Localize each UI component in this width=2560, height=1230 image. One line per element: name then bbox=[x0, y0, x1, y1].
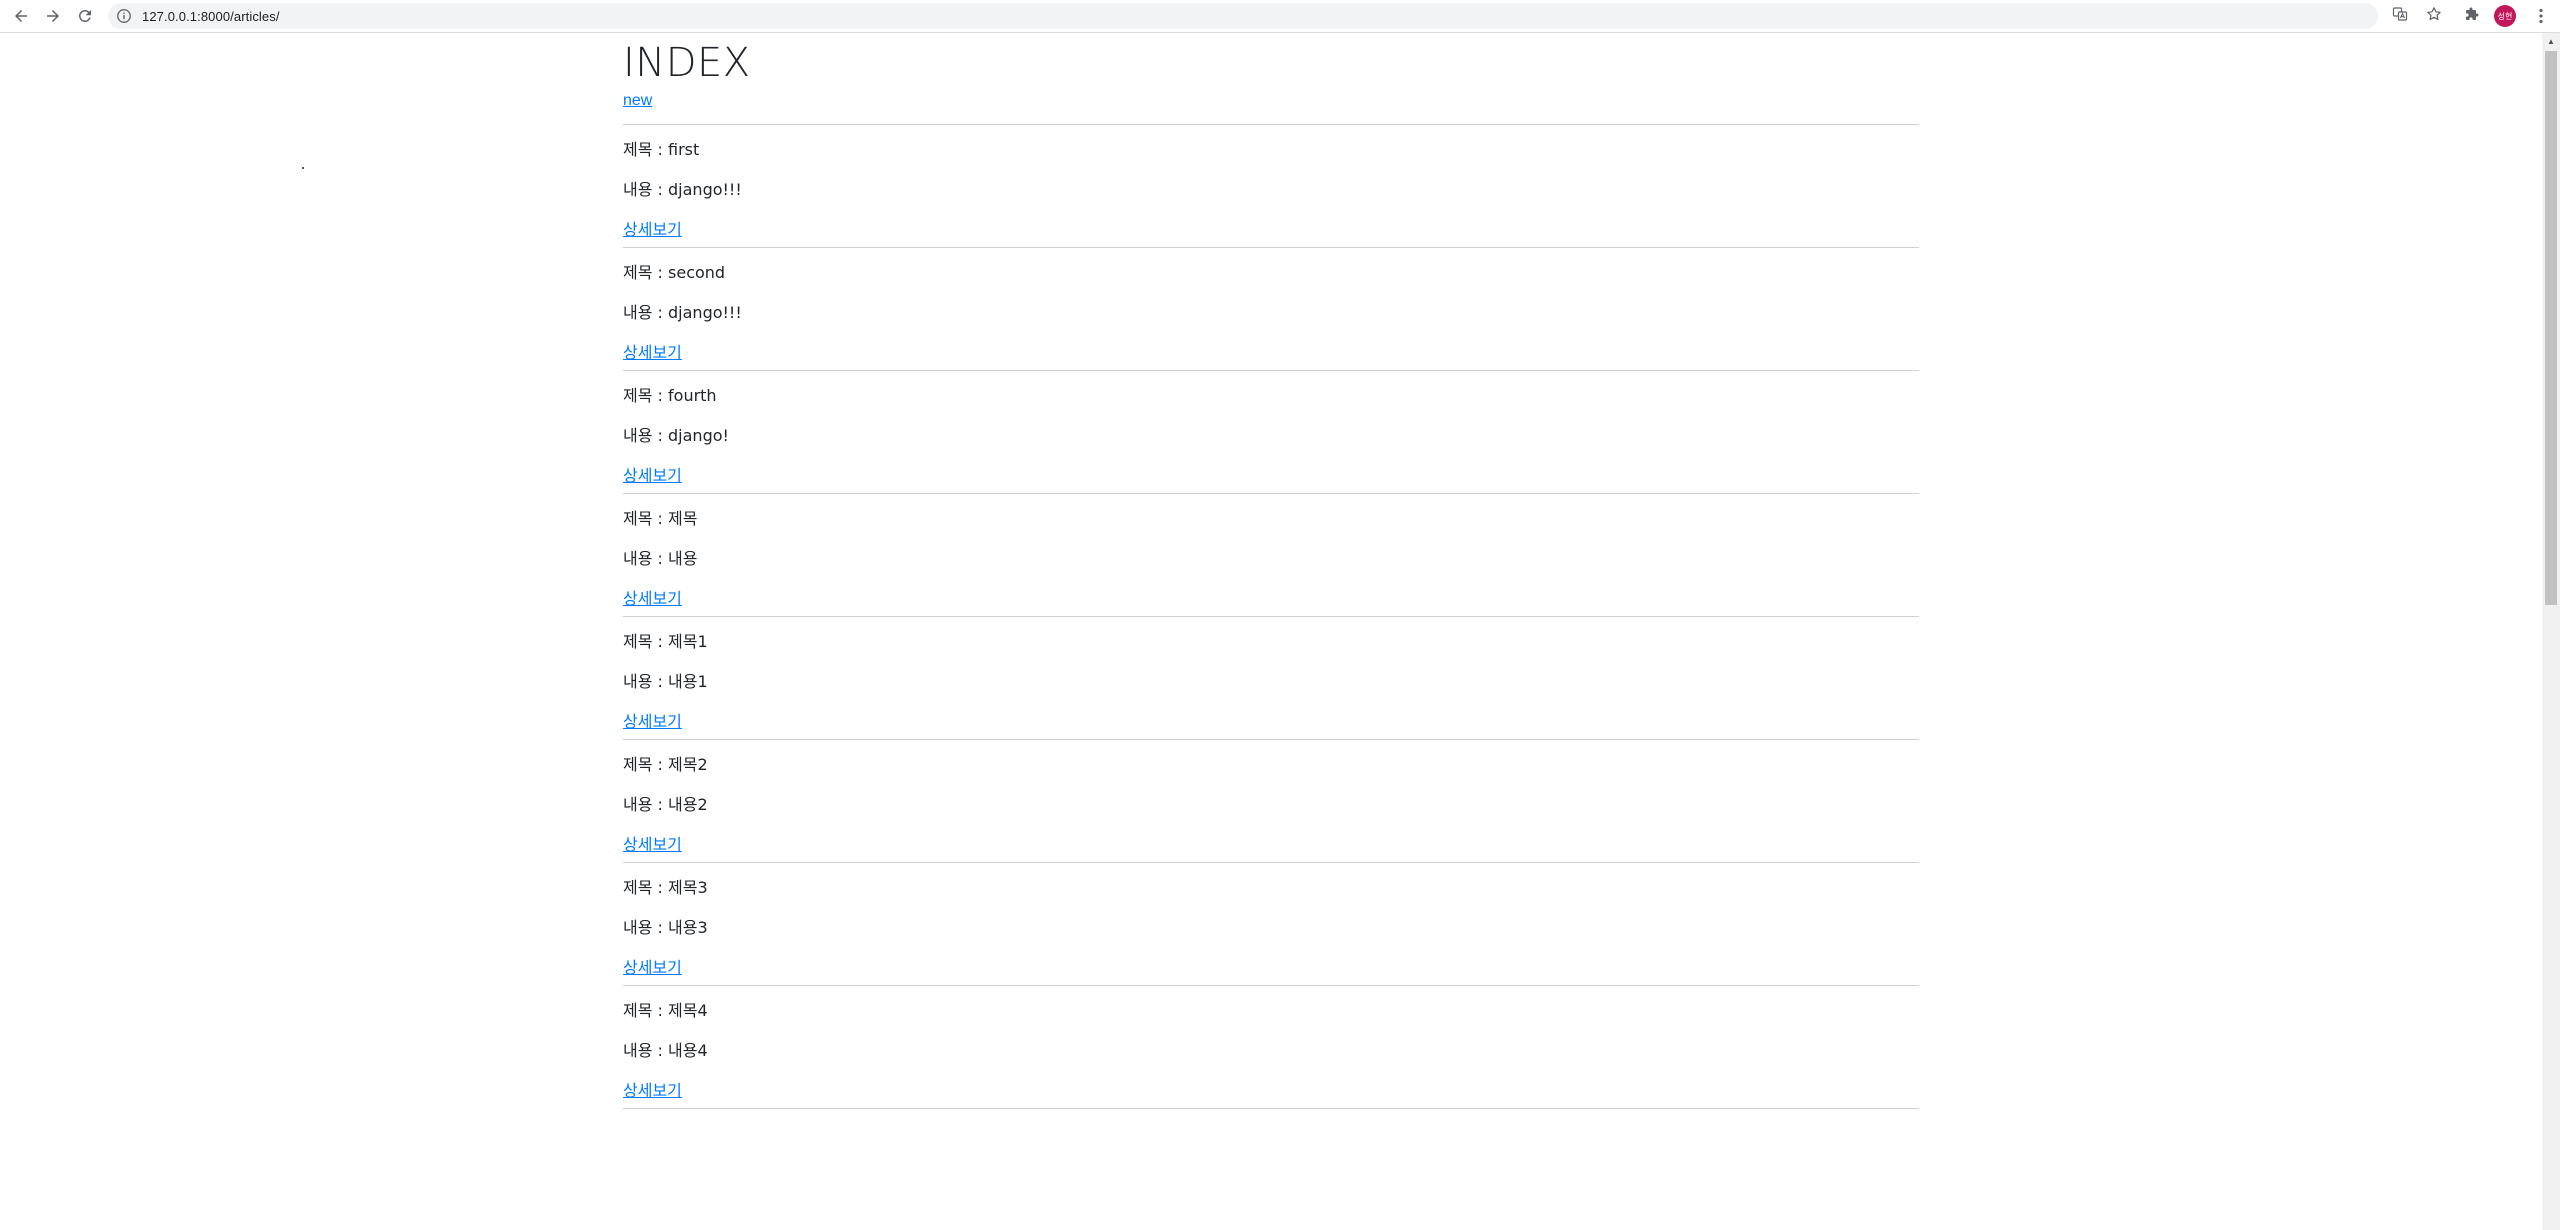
content-prefix: 내용 : bbox=[623, 672, 669, 691]
article-title-line: 제목 : 제목1 bbox=[623, 630, 1919, 654]
article-content-line: 내용 : 내용4 bbox=[623, 1039, 1919, 1063]
arrow-left-icon bbox=[15, 10, 27, 22]
reload-icon bbox=[78, 9, 91, 22]
article-item: 제목 : 제목 내용 : 내용 상세보기 bbox=[623, 494, 1919, 617]
article-content-line: 내용 : 내용1 bbox=[623, 670, 1919, 694]
url-text[interactable]: 127.0.0.1:8000/articles/ bbox=[142, 9, 280, 24]
article-title-line: 제목 : 제목4 bbox=[623, 999, 1919, 1023]
article-detail-link[interactable]: 상세보기 bbox=[623, 710, 682, 734]
article-content: 내용1 bbox=[668, 672, 708, 691]
bookmark-button[interactable] bbox=[2425, 5, 2443, 23]
article-content-line: 내용 : 내용3 bbox=[623, 916, 1919, 940]
article-title: 제목3 bbox=[668, 878, 708, 897]
article-content-line: 내용 : django!!! bbox=[623, 178, 1919, 202]
article-title: 제목 bbox=[668, 509, 698, 528]
content-prefix: 내용 : bbox=[623, 795, 669, 814]
profile-avatar[interactable]: 성현 bbox=[2494, 5, 2516, 27]
article-title-line: 제목 : second bbox=[623, 261, 1919, 285]
article-detail-link[interactable]: 상세보기 bbox=[623, 464, 682, 488]
article-title: 제목2 bbox=[668, 755, 708, 774]
content-prefix: 내용 : bbox=[623, 549, 669, 568]
article-item: 제목 : 제목4 내용 : 내용4 상세보기 bbox=[623, 986, 1919, 1109]
arrow-right-icon bbox=[47, 10, 59, 22]
content-prefix: 내용 : bbox=[623, 426, 669, 445]
forward-button[interactable] bbox=[42, 5, 64, 27]
puzzle-icon bbox=[2466, 7, 2479, 20]
article-title: fourth bbox=[668, 386, 717, 405]
title-prefix: 제목 : bbox=[623, 1001, 669, 1020]
content-prefix: 내용 : bbox=[623, 303, 669, 322]
article-title-line: 제목 : 제목 bbox=[623, 507, 1919, 531]
content-prefix: 내용 : bbox=[623, 180, 669, 199]
article-content: django! bbox=[668, 426, 729, 445]
article-content: 내용2 bbox=[668, 795, 708, 814]
reload-button[interactable] bbox=[74, 5, 96, 27]
article-detail-link[interactable]: 상세보기 bbox=[623, 341, 682, 365]
star-icon bbox=[2427, 7, 2441, 21]
article-content-line: 내용 : django!!! bbox=[623, 301, 1919, 325]
article-content: django!!! bbox=[668, 180, 742, 199]
scrollbar-thumb[interactable] bbox=[2545, 51, 2557, 605]
browser-toolbar: 127.0.0.1:8000/articles/ 성현 bbox=[0, 0, 2560, 33]
stray-dot bbox=[302, 167, 304, 169]
title-prefix: 제목 : bbox=[623, 509, 669, 528]
info-icon[interactable] bbox=[116, 8, 132, 24]
browser-menu-button[interactable] bbox=[2530, 5, 2552, 27]
more-vert-icon bbox=[2539, 8, 2543, 24]
article-item: 제목 : 제목3 내용 : 내용3 상세보기 bbox=[623, 863, 1919, 986]
article-content-line: 내용 : 내용2 bbox=[623, 793, 1919, 817]
article-title: second bbox=[668, 263, 726, 282]
title-prefix: 제목 : bbox=[623, 386, 669, 405]
vertical-scrollbar[interactable]: ▲ bbox=[2542, 33, 2560, 1230]
title-prefix: 제목 : bbox=[623, 755, 669, 774]
article-content-line: 내용 : 내용 bbox=[623, 547, 1919, 571]
extensions-button[interactable] bbox=[2463, 5, 2481, 23]
avatar-initials: 성현 bbox=[2497, 11, 2513, 21]
article-detail-link[interactable]: 상세보기 bbox=[623, 956, 682, 980]
address-bar[interactable]: 127.0.0.1:8000/articles/ bbox=[108, 3, 2378, 29]
article-content: 내용 bbox=[668, 549, 698, 568]
page-viewport: INDEX new 제목 : first 내용 : django!!! 상세보기… bbox=[0, 33, 2542, 1230]
article-content: 내용4 bbox=[668, 1041, 708, 1060]
article-title: first bbox=[668, 140, 700, 159]
article-content-line: 내용 : django! bbox=[623, 424, 1919, 448]
article-list: 제목 : first 내용 : django!!! 상세보기 제목 : seco… bbox=[623, 125, 1919, 1109]
article-title: 제목1 bbox=[668, 632, 708, 651]
article-item: 제목 : 제목2 내용 : 내용2 상세보기 bbox=[623, 740, 1919, 863]
content-prefix: 내용 : bbox=[623, 918, 669, 937]
article-item: 제목 : fourth 내용 : django! 상세보기 bbox=[623, 371, 1919, 494]
content-prefix: 내용 : bbox=[623, 1041, 669, 1060]
article-title-line: 제목 : 제목2 bbox=[623, 753, 1919, 777]
title-prefix: 제목 : bbox=[623, 140, 669, 159]
article-content: django!!! bbox=[668, 303, 742, 322]
new-article-link[interactable]: new bbox=[623, 92, 652, 110]
article-item: 제목 : second 내용 : django!!! 상세보기 bbox=[623, 248, 1919, 371]
article-detail-link[interactable]: 상세보기 bbox=[623, 1079, 682, 1103]
main-container: INDEX new 제목 : first 내용 : django!!! 상세보기… bbox=[623, 33, 1919, 1109]
page-title: INDEX bbox=[623, 40, 751, 86]
article-detail-link[interactable]: 상세보기 bbox=[623, 833, 682, 857]
title-prefix: 제목 : bbox=[623, 263, 669, 282]
article-item: 제목 : 제목1 내용 : 내용1 상세보기 bbox=[623, 617, 1919, 740]
scroll-up-arrow-icon[interactable]: ▲ bbox=[2542, 33, 2560, 50]
article-detail-link[interactable]: 상세보기 bbox=[623, 587, 682, 611]
article-title-line: 제목 : first bbox=[623, 138, 1919, 162]
article-title-line: 제목 : fourth bbox=[623, 384, 1919, 408]
back-button[interactable] bbox=[10, 5, 32, 27]
article-title: 제목4 bbox=[668, 1001, 708, 1020]
translate-icon bbox=[2392, 7, 2408, 21]
article-detail-link[interactable]: 상세보기 bbox=[623, 218, 682, 242]
article-item: 제목 : first 내용 : django!!! 상세보기 bbox=[623, 125, 1919, 248]
title-prefix: 제목 : bbox=[623, 878, 669, 897]
translate-button[interactable] bbox=[2391, 5, 2409, 23]
title-prefix: 제목 : bbox=[623, 632, 669, 651]
article-title-line: 제목 : 제목3 bbox=[623, 876, 1919, 900]
article-content: 내용3 bbox=[668, 918, 708, 937]
